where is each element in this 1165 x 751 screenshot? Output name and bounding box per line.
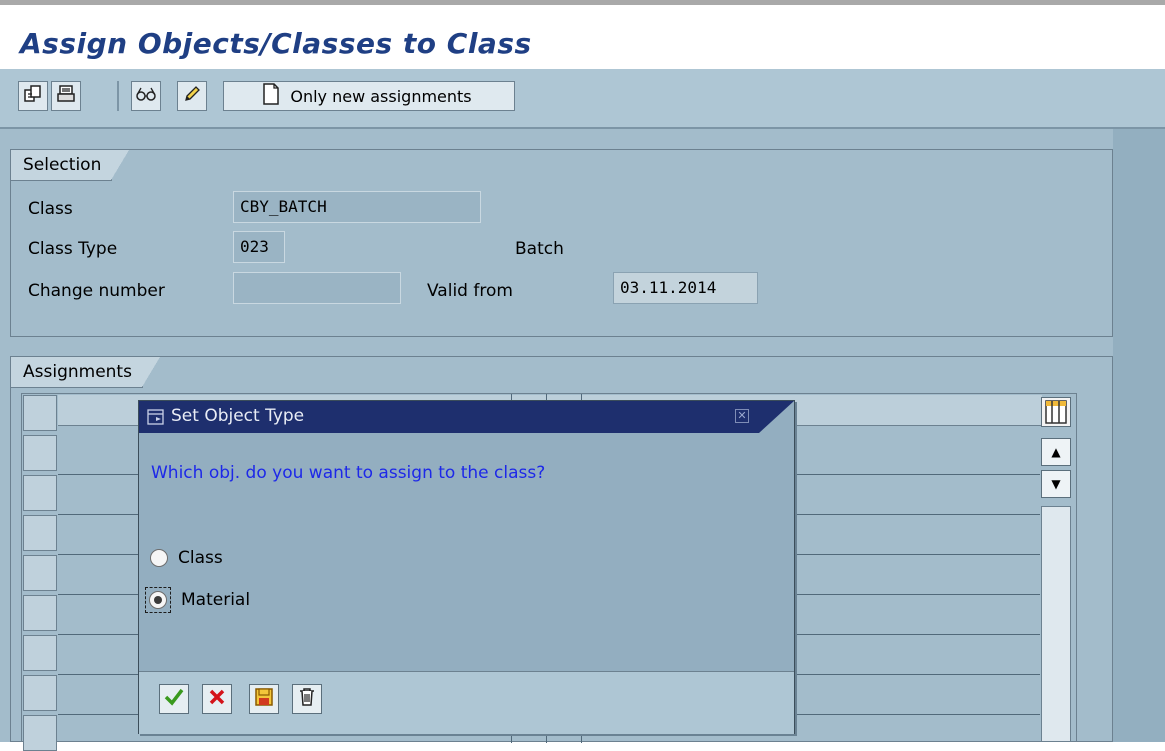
option-material-label: Material [181, 590, 251, 610]
row-selector[interactable] [23, 715, 57, 751]
selection-group-title: Selection [11, 150, 130, 181]
class-type-description: Batch [515, 239, 564, 259]
new-document-icon [262, 83, 280, 109]
display-button[interactable] [131, 81, 161, 111]
table-columns-icon [1042, 400, 1070, 431]
dialog-footer [139, 671, 794, 734]
option-class-label: Class [178, 548, 223, 568]
change-number-field[interactable] [233, 272, 401, 304]
option-material[interactable]: Material [145, 585, 250, 615]
focus-frame [145, 587, 171, 613]
row-selector[interactable] [23, 435, 57, 471]
row-selector[interactable] [23, 635, 57, 671]
change-button[interactable] [177, 81, 207, 111]
dialog-title: Set Object Type [171, 406, 305, 426]
set-object-type-dialog: Set Object Type ✕ Which obj. do you want… [138, 400, 795, 734]
scroll-up-button[interactable]: ▲ [1041, 438, 1071, 466]
radio-button-material[interactable] [149, 591, 167, 609]
row-selector[interactable] [23, 675, 57, 711]
dialog-question: Which obj. do you want to assign to the … [151, 463, 546, 483]
copy-icon [23, 84, 43, 109]
save-button[interactable] [249, 684, 279, 714]
title-bar: Assign Objects/Classes to Class [0, 5, 1165, 69]
column-configuration-button[interactable] [1041, 397, 1071, 427]
only-new-assignments-button[interactable]: Only new assignments [223, 81, 515, 111]
toolbar-separator [117, 81, 119, 111]
copy-button[interactable] [18, 81, 48, 111]
right-panel-strip [1113, 129, 1165, 742]
cancel-icon [208, 687, 226, 711]
radio-button-class[interactable] [150, 549, 168, 567]
dialog-window-icon [147, 408, 165, 431]
print-icon [56, 84, 76, 109]
assignments-group-title: Assignments [11, 357, 160, 388]
row-selector[interactable] [23, 555, 57, 591]
select-all-button[interactable] [23, 395, 57, 431]
change-number-label: Change number [28, 281, 165, 301]
class-type-field[interactable]: 023 [233, 231, 285, 263]
continue-button[interactable] [159, 684, 189, 714]
class-type-label: Class Type [28, 239, 118, 259]
dialog-close-button[interactable]: ✕ [735, 409, 749, 423]
pencil-icon [182, 84, 202, 109]
glasses-icon [135, 84, 157, 109]
page-title: Assign Objects/Classes to Class [20, 27, 532, 60]
vertical-scrollbar[interactable] [1041, 506, 1071, 742]
cancel-button[interactable] [202, 684, 232, 714]
class-field[interactable]: CBY_BATCH [233, 191, 481, 223]
save-icon [254, 687, 274, 712]
class-label: Class [28, 199, 73, 219]
delete-icon [298, 687, 316, 712]
dialog-title-bar[interactable]: Set Object Type ✕ [139, 401, 794, 433]
print-button[interactable] [51, 81, 81, 111]
row-selector[interactable] [23, 595, 57, 631]
row-selector[interactable] [23, 515, 57, 551]
delete-button[interactable] [292, 684, 322, 714]
only-new-assignments-label: Only new assignments [290, 86, 472, 106]
application-toolbar: Only new assignments [0, 69, 1165, 129]
arrow-down-icon: ▼ [1051, 477, 1061, 491]
row-selector[interactable] [23, 475, 57, 511]
valid-from-field[interactable]: 03.11.2014 [613, 272, 758, 304]
dialog-title-corner [759, 401, 794, 433]
valid-from-label: Valid from [427, 281, 513, 301]
scroll-down-button[interactable]: ▼ [1041, 470, 1071, 498]
close-icon: ✕ [737, 409, 747, 422]
arrow-up-icon: ▲ [1051, 445, 1061, 459]
checkmark-icon [163, 687, 185, 712]
option-class[interactable]: Class [150, 543, 223, 573]
